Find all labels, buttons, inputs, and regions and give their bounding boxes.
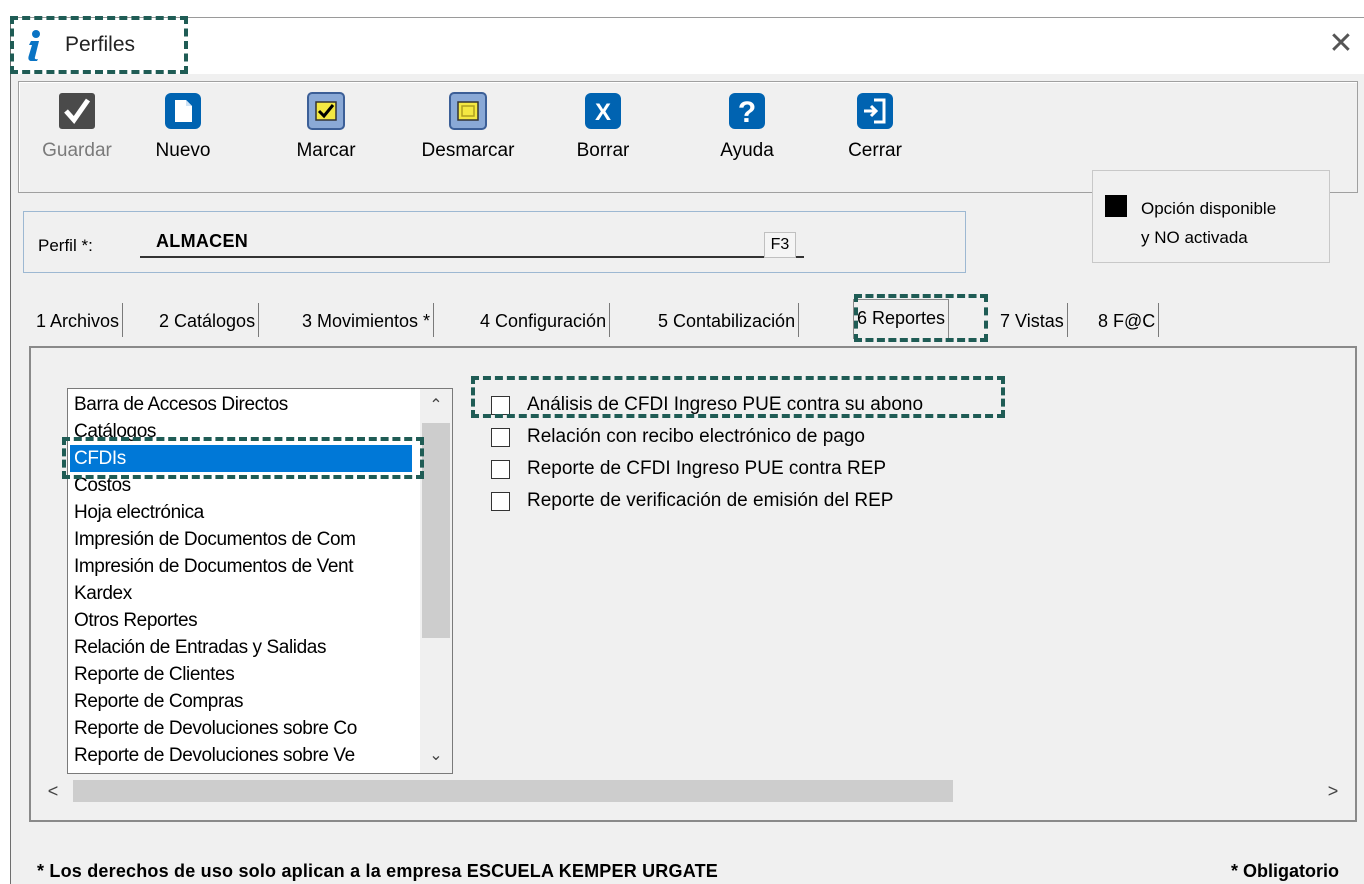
delete-x-icon: X — [585, 93, 621, 129]
tab-contabilizacion[interactable]: 5 Contabilización — [655, 303, 800, 337]
option-label: Reporte de verificación de emisión del R… — [527, 490, 894, 511]
reportes-panel: Barra de Accesos Directos Catálogos CFDI… — [29, 346, 1357, 822]
required-note: * Obligatorio — [1231, 861, 1339, 881]
cerrar-label: Cerrar — [848, 140, 902, 161]
perfil-group: Perfil *: ALMACEN F3 — [23, 211, 966, 273]
perfil-value: ALMACEN — [156, 231, 249, 251]
checkbox[interactable] — [491, 492, 510, 511]
ayuda-button[interactable]: ? Ayuda — [707, 92, 787, 188]
tab-movimientos[interactable]: 3 Movimientos * — [299, 303, 435, 337]
checkbox[interactable] — [491, 460, 510, 479]
list-item[interactable]: Relación de Entradas y Salidas — [74, 634, 414, 661]
list-item[interactable]: Kardex — [74, 580, 414, 607]
unmark-icon — [449, 92, 487, 130]
desmarcar-button[interactable]: Desmarcar — [405, 92, 531, 188]
close-window-button[interactable]: ✕ — [1326, 29, 1356, 60]
exit-door-icon — [857, 93, 893, 129]
option-label: Relación con recibo electrónico de pago — [527, 426, 865, 447]
help-icon: ? — [729, 93, 765, 129]
guardar-button[interactable]: Guardar — [41, 92, 113, 188]
list-item[interactable]: Otros Reportes — [74, 607, 414, 634]
new-document-icon — [165, 93, 201, 129]
svg-text:?: ? — [738, 96, 756, 129]
window-title: Perfiles — [65, 33, 136, 56]
list-item[interactable]: Catálogos — [74, 418, 414, 445]
list-item[interactable]: Impresión de Documentos de Vent — [74, 553, 414, 580]
list-item[interactable]: Reporte de Compras — [74, 688, 414, 715]
list-item-selected[interactable]: CFDIs — [70, 445, 412, 472]
checkbox[interactable] — [491, 396, 510, 415]
borrar-label: Borrar — [576, 140, 630, 161]
scroll-down-icon[interactable]: ⌄ — [420, 741, 452, 771]
tab-reportes[interactable]: 6 Reportes — [853, 299, 950, 339]
list-vertical-scrollbar[interactable]: ⌃ ⌄ — [420, 389, 452, 773]
list-item[interactable]: Reporte de Devoluciones sobre Co — [74, 715, 414, 742]
ayuda-label: Ayuda — [720, 140, 774, 161]
report-category-list[interactable]: Barra de Accesos Directos Catálogos CFDI… — [67, 388, 453, 774]
nuevo-label: Nuevo — [155, 140, 211, 161]
legend-box: Opción disponible y NO activada — [1092, 170, 1330, 263]
perfil-label: Perfil *: — [38, 236, 93, 255]
panel-horizontal-scrollbar[interactable]: < > — [33, 774, 1353, 808]
scroll-left-icon[interactable]: < — [37, 774, 69, 808]
horizontal-scroll-thumb[interactable] — [73, 780, 953, 802]
perfil-input[interactable]: ALMACEN — [140, 226, 804, 258]
list-item[interactable]: Hoja electrónica — [74, 499, 414, 526]
tab-archivos[interactable]: 1 Archivos — [33, 303, 124, 337]
svg-text:X: X — [595, 99, 611, 126]
checkbox[interactable] — [491, 428, 510, 447]
cerrar-button[interactable]: Cerrar — [839, 92, 911, 188]
checkmark-icon — [59, 93, 95, 129]
tab-vistas[interactable]: 7 Vistas — [997, 303, 1068, 337]
marcar-button[interactable]: Marcar — [281, 92, 371, 188]
tab-catalogos[interactable]: 2 Catálogos — [156, 303, 260, 337]
scroll-right-icon[interactable]: > — [1317, 774, 1349, 808]
list-item[interactable]: Costos — [74, 472, 414, 499]
borrar-button[interactable]: X Borrar — [567, 92, 639, 188]
list-item[interactable]: Reporte de Devoluciones sobre Ve — [74, 742, 414, 769]
footer-note: * Los derechos de uso solo aplican a la … — [37, 861, 718, 881]
option-label: Análisis de CFDI Ingreso PUE contra su a… — [527, 394, 924, 415]
perfiles-window: Perfiles ✕ Guardar Nuevo Marcar Desmarca… — [10, 17, 1364, 884]
title-bar: Perfiles ✕ — [11, 18, 1364, 74]
list-item[interactable]: Reporte de Clientes — [74, 661, 414, 688]
tab-fac[interactable]: 8 F@C — [1095, 303, 1160, 337]
mark-check-icon — [307, 92, 345, 130]
legend-text: Opción disponible y NO activada — [1141, 194, 1276, 252]
info-icon — [28, 30, 40, 61]
f3-lookup-button[interactable]: F3 — [764, 232, 796, 258]
nuevo-button[interactable]: Nuevo — [147, 92, 219, 188]
guardar-label: Guardar — [42, 140, 112, 161]
option-label: Reporte de CFDI Ingreso PUE contra REP — [527, 458, 887, 479]
legend-line-1: Opción disponible — [1141, 199, 1277, 218]
legend-line-2: y NO activada — [1141, 228, 1248, 247]
legend-swatch — [1105, 195, 1127, 217]
scroll-thumb[interactable] — [422, 423, 450, 638]
desmarcar-label: Desmarcar — [421, 140, 515, 161]
list-item[interactable]: Impresión de Documentos de Com — [74, 526, 414, 553]
scroll-up-icon[interactable]: ⌃ — [420, 391, 452, 421]
tab-configuracion[interactable]: 4 Configuración — [477, 303, 611, 337]
marcar-label: Marcar — [296, 140, 356, 161]
list-item[interactable]: Barra de Accesos Directos — [74, 391, 414, 418]
